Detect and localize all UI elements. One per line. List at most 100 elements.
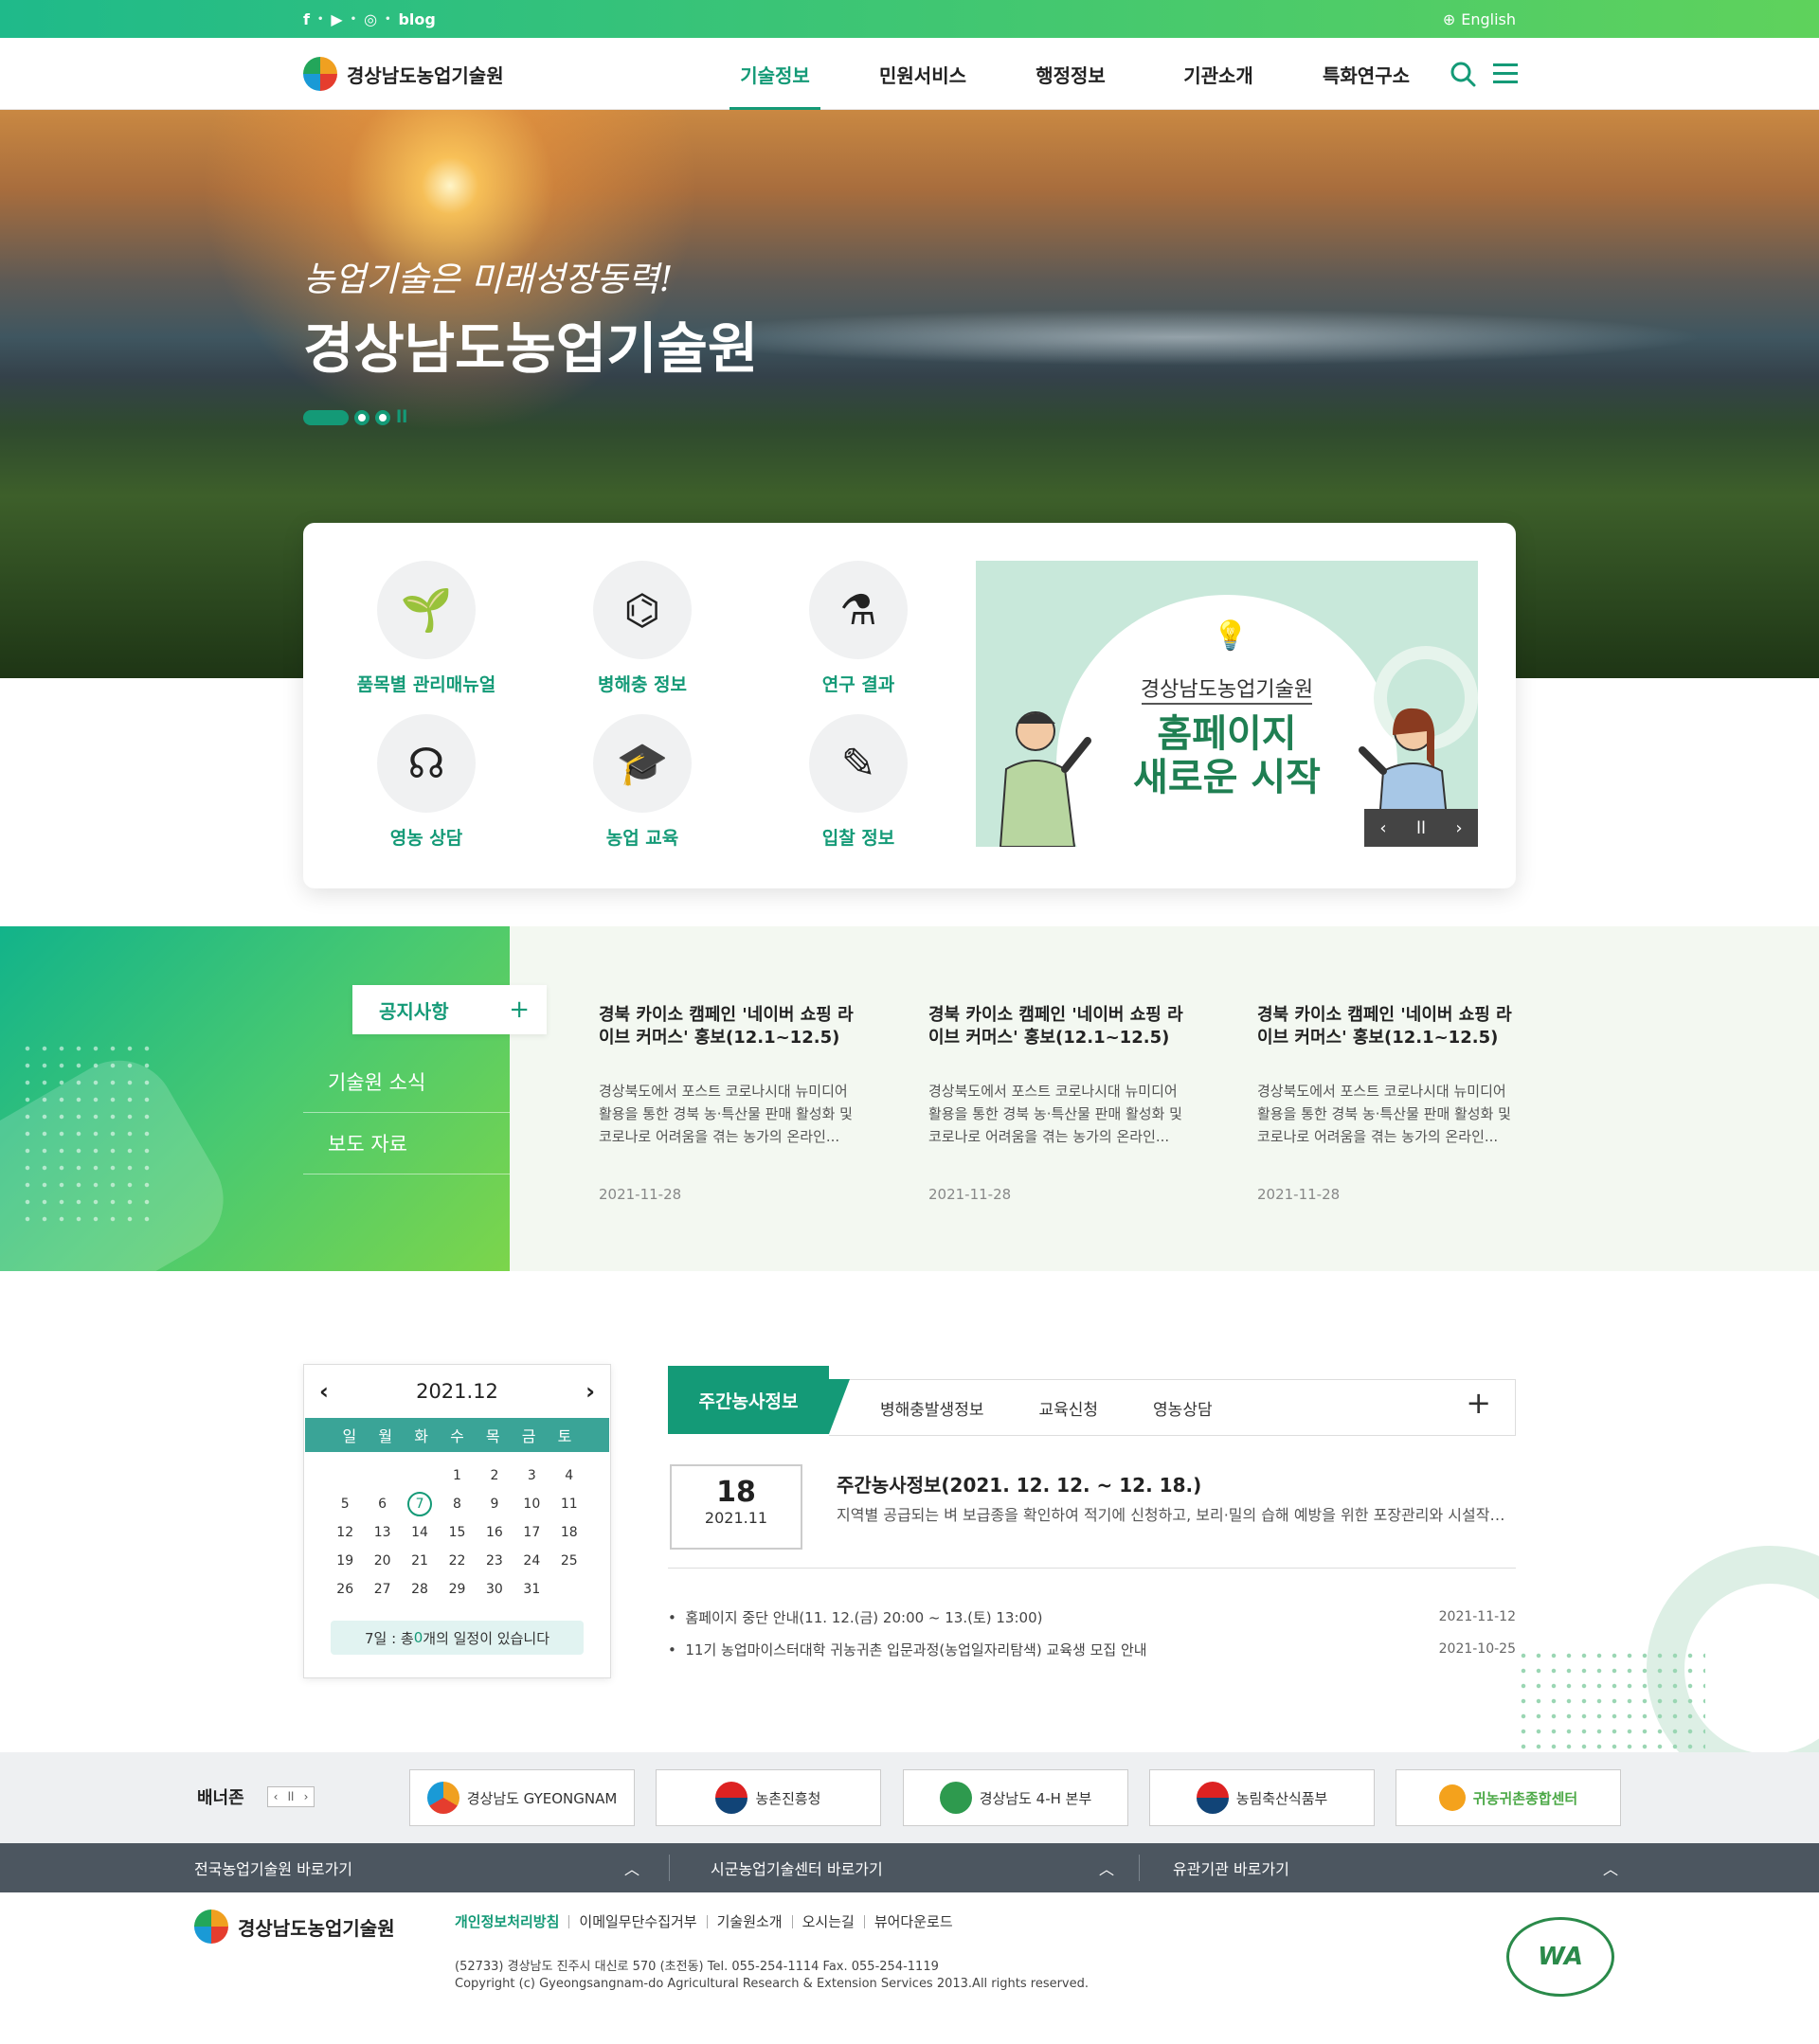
calendar-day[interactable]: 23 [476,1547,513,1575]
calendar-day-number: 2 [490,1468,499,1483]
footer-menu-privacy[interactable]: 개인정보처리방침 [455,1915,568,1929]
slide-indicator[interactable] [354,409,369,425]
tab-press-release[interactable]: 보도 자료 [303,1113,510,1174]
calendar-day[interactable]: 19 [327,1547,364,1575]
calendar-day[interactable]: 15 [439,1518,476,1547]
featured-post[interactable]: 18 2021.11 주간농사정보(2021. 12. 12. ~ 12. 18… [668,1464,1516,1569]
tab-institute-news[interactable]: 기술원 소식 [303,1051,510,1113]
tab-education-apply[interactable]: 교육신청 [1038,1396,1098,1420]
calendar-day[interactable]: 3 [513,1461,550,1490]
calendar-day[interactable]: 4 [550,1461,587,1490]
news-card[interactable]: 경북 카이소 캠페인 '네이버 쇼핑 라이브 커머스' 홍보(12.1~12.5… [1257,1004,1522,1203]
instagram-icon[interactable]: ◎ [364,10,377,28]
calendar-day[interactable]: 1 [439,1461,476,1490]
facebook-icon[interactable]: f [303,10,310,28]
weekly-info-panel: 주간농사정보 병해충발생정보 교육신청 영농상담 + 18 2021.11 주간… [668,1366,1516,1659]
graduation-cap-icon: 🎓 [593,714,692,813]
calendar-day[interactable]: 29 [439,1575,476,1604]
plus-icon[interactable]: + [1466,1385,1491,1421]
footer-link-national[interactable]: 전국농업기술원 바로가기 ︿ [194,1843,639,1892]
nav-item-about[interactable]: 기관소개 [1144,38,1292,110]
tab-pest-occurrence[interactable]: 병해충발생정보 [880,1396,983,1420]
site-logo[interactable]: 경상남도농업기술원 [303,57,504,91]
calendar-day [550,1575,587,1604]
calendar-day[interactable]: 12 [327,1518,364,1547]
calendar-day[interactable]: 11 [550,1490,587,1518]
calendar-day[interactable]: 2 [476,1461,513,1490]
hero-subtitle: 농업기술은 미래성장동력! [303,260,674,299]
calendar-schedule-note: 7일 : 총 0 개의 일정이 있습니다 [331,1621,584,1655]
calendar-day[interactable]: 8 [439,1490,476,1518]
blog-link[interactable]: blog [398,10,435,28]
tab-farming-consult[interactable]: 영농상담 [1153,1396,1213,1420]
quick-item-bid[interactable]: ✎ 입찰 정보 [749,714,967,850]
molecule-icon: ⌬ [593,561,692,659]
plus-icon[interactable]: + [509,995,530,1024]
pause-icon[interactable]: ll [1402,809,1440,847]
footer-menu-viewer[interactable]: 뷰어다운로드 [863,1915,963,1929]
chevron-left-icon[interactable]: ‹ [268,1787,283,1806]
calendar-day[interactable]: 24 [513,1547,550,1575]
footer-link-city[interactable]: 시군농업기술센터 바로가기 ︿ [711,1843,1114,1892]
banner-return-farm[interactable]: 귀농귀촌종합센터 [1396,1769,1621,1826]
quick-item-research[interactable]: ⚗ 연구 결과 [749,561,967,696]
banner-mafra[interactable]: 농림축산식품부 [1149,1769,1375,1826]
youtube-icon[interactable]: ▶ [331,10,342,28]
quick-item-consult[interactable]: ☊ 영농 상담 [317,714,535,850]
chevron-right-icon[interactable]: › [585,1378,595,1405]
banner-gyeongnam[interactable]: 경상남도 GYEONGNAM [409,1769,635,1826]
footer-menu-email-policy[interactable]: 이메일무단수집거부 [568,1915,706,1929]
quick-item-pest-info[interactable]: ⌬ 병해충 정보 [533,561,751,696]
chevron-up-icon: ︿ [1602,1860,1618,1878]
calendar-day[interactable]: 30 [476,1575,513,1604]
calendar-day[interactable]: 16 [476,1518,513,1547]
footer-menu-directions[interactable]: 오시는길 [791,1915,864,1929]
calendar-day[interactable]: 22 [439,1547,476,1575]
calendar-day-number: 20 [373,1553,391,1569]
pause-icon[interactable]: ll [283,1787,298,1806]
calendar-day[interactable]: 10 [513,1490,550,1518]
calendar-day[interactable]: 13 [364,1518,401,1547]
promo-slider[interactable]: 💡 경상남도농업기술원 홈페이지 새로운 시작 ‹ ll › [976,561,1478,847]
calendar-day[interactable]: 20 [364,1547,401,1575]
chevron-left-icon[interactable]: ‹ [319,1378,329,1405]
calendar-day[interactable]: 6 [364,1490,401,1518]
chevron-right-icon[interactable]: › [1440,809,1478,847]
list-item[interactable]: • 홈페이지 중단 안내(11. 12.(금) 20:00 ~ 13.(토) 1… [668,1601,1516,1633]
calendar-day[interactable]: 26 [327,1575,364,1604]
calendar-day[interactable]: 9 [476,1490,513,1518]
language-switch[interactable]: ⊕ English [1443,0,1516,38]
banner-rda[interactable]: 농촌진흥청 [656,1769,881,1826]
nav-item-civil-service[interactable]: 민원서비스 [849,38,997,110]
menu-icon[interactable] [1493,63,1518,85]
calendar-day[interactable]: 14 [401,1518,438,1547]
news-card[interactable]: 경북 카이소 캠페인 '네이버 쇼핑 라이브 커머스' 홍보(12.1~12.5… [928,1004,1194,1203]
calendar-day[interactable]: 31 [513,1575,550,1604]
slide-indicator-active[interactable] [303,409,349,425]
calendar-day[interactable]: 7 [401,1490,438,1518]
calendar-day[interactable]: 18 [550,1518,587,1547]
news-card[interactable]: 경북 카이소 캠페인 '네이버 쇼핑 라이브 커머스' 홍보(12.1~12.5… [599,1004,864,1203]
calendar-day[interactable]: 5 [327,1490,364,1518]
calendar-day[interactable]: 25 [550,1547,587,1575]
slide-indicator[interactable] [375,409,390,425]
calendar-day[interactable]: 17 [513,1518,550,1547]
nav-item-admin-info[interactable]: 행정정보 [997,38,1144,110]
calendar-day[interactable]: 28 [401,1575,438,1604]
footer-link-related[interactable]: 유관기관 바로가기 ︿ [1173,1843,1618,1892]
tab-weekly-farming[interactable]: 주간농사정보 [668,1366,850,1434]
search-icon[interactable] [1450,61,1476,87]
quick-item-manual[interactable]: 🌱 품목별 관리매뉴얼 [317,561,535,696]
calendar-day[interactable]: 21 [401,1547,438,1575]
quick-item-education[interactable]: 🎓 농업 교육 [533,714,751,850]
pause-icon[interactable]: ll [396,407,407,427]
nav-item-research-institute[interactable]: 특화연구소 [1292,38,1440,110]
chevron-left-icon[interactable]: ‹ [1364,809,1402,847]
calendar-day[interactable]: 27 [364,1575,401,1604]
tab-notice[interactable]: 공지사항 + [352,985,547,1034]
list-item[interactable]: • 11기 농업마이스터대학 귀농귀촌 입문과정(농업일자리탐색) 교육생 모집… [668,1633,1516,1665]
banner-4h[interactable]: 경상남도 4-H 본부 [903,1769,1128,1826]
nav-item-tech-info[interactable]: 기술정보 [701,38,849,110]
footer-menu-about[interactable]: 기술원소개 [706,1915,792,1929]
chevron-right-icon[interactable]: › [298,1787,314,1806]
